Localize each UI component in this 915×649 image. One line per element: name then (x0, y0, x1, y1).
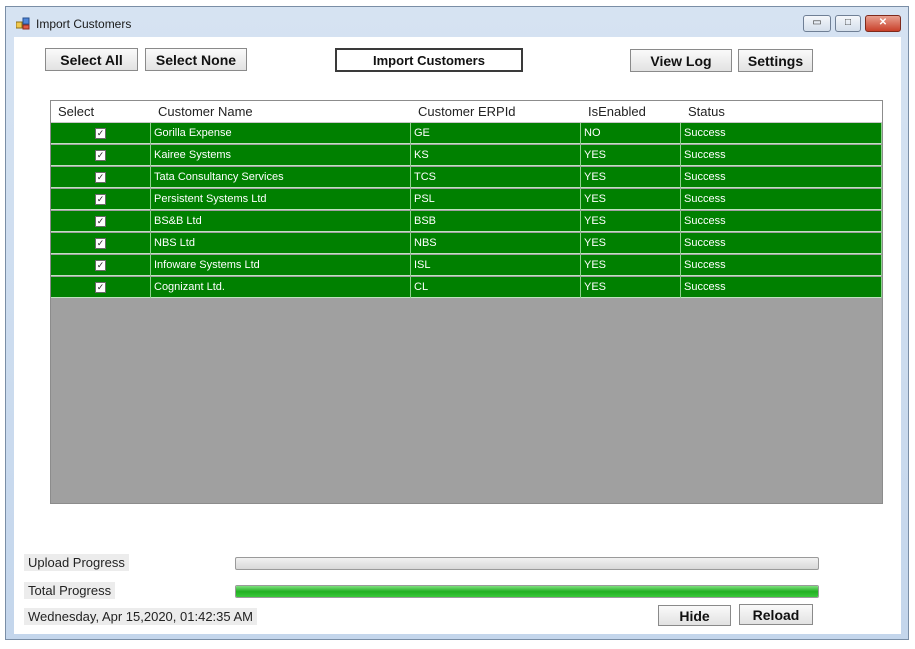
select-cell: ✓ (51, 189, 151, 210)
status-cell[interactable]: Success (681, 189, 882, 210)
checkmark-icon: ✓ (96, 194, 105, 204)
status-cell[interactable]: Success (681, 277, 882, 298)
status-cell[interactable]: Success (681, 167, 882, 188)
hide-button[interactable]: Hide (658, 605, 731, 626)
maximize-icon: □ (844, 17, 852, 28)
customer-erpid-cell[interactable]: KS (411, 145, 581, 166)
table-row[interactable]: ✓ Cognizant Ltd. CL YES Success (51, 277, 882, 298)
isenabled-cell[interactable]: YES (581, 167, 681, 188)
select-cell: ✓ (51, 255, 151, 276)
customers-grid[interactable]: Select Customer Name Customer ERPId IsEn… (50, 100, 883, 504)
row-select-checkbox[interactable]: ✓ (95, 238, 106, 249)
timestamp-label: Wednesday, Apr 15,2020, 01:42:35 AM (24, 608, 258, 625)
checkmark-icon: ✓ (96, 172, 105, 182)
table-row[interactable]: ✓ Tata Consultancy Services TCS YES Success (51, 167, 882, 188)
select-cell: ✓ (51, 277, 151, 298)
select-all-button[interactable]: Select All (45, 48, 138, 71)
status-cell[interactable]: Success (681, 233, 882, 254)
table-row[interactable]: ✓ BS&B Ltd BSB YES Success (51, 211, 882, 232)
select-cell: ✓ (51, 167, 151, 188)
status-cell[interactable]: Success (681, 211, 882, 232)
isenabled-cell[interactable]: YES (581, 233, 681, 254)
isenabled-cell[interactable]: YES (581, 145, 681, 166)
close-button[interactable]: ✕ (865, 15, 901, 32)
isenabled-cell[interactable]: YES (581, 211, 681, 232)
isenabled-cell[interactable]: YES (581, 277, 681, 298)
upload-progress-bar (235, 557, 819, 570)
customer-name-cell[interactable]: BS&B Ltd (151, 211, 411, 232)
customer-name-cell[interactable]: Tata Consultancy Services (151, 167, 411, 188)
row-select-checkbox[interactable]: ✓ (95, 282, 106, 293)
customer-erpid-cell[interactable]: TCS (411, 167, 581, 188)
select-cell: ✓ (51, 145, 151, 166)
isenabled-cell[interactable]: YES (581, 189, 681, 210)
checkmark-icon: ✓ (96, 260, 105, 270)
table-row[interactable]: ✓ Gorilla Expense GE NO Success (51, 123, 882, 144)
minimize-button[interactable]: ▭ (803, 15, 831, 32)
table-row[interactable]: ✓ NBS Ltd NBS YES Success (51, 233, 882, 254)
select-cell: ✓ (51, 123, 151, 144)
customer-name-cell[interactable]: Kairee Systems (151, 145, 411, 166)
status-cell[interactable]: Success (681, 145, 882, 166)
total-progress-fill (236, 586, 818, 597)
checkmark-icon: ✓ (96, 216, 105, 226)
total-progress-bar (235, 585, 819, 598)
minimize-icon: ▭ (812, 17, 822, 28)
table-row[interactable]: ✓ Persistent Systems Ltd PSL YES Success (51, 189, 882, 210)
row-select-checkbox[interactable]: ✓ (95, 172, 106, 183)
settings-button[interactable]: Settings (738, 49, 813, 72)
grid-header: Select Customer Name Customer ERPId IsEn… (51, 101, 882, 123)
customer-name-cell[interactable]: Cognizant Ltd. (151, 277, 411, 298)
checkmark-icon: ✓ (96, 150, 105, 160)
close-icon: ✕ (878, 17, 888, 28)
select-cell: ✓ (51, 233, 151, 254)
isenabled-cell[interactable]: YES (581, 255, 681, 276)
app-window-icon (16, 17, 30, 30)
customer-name-cell[interactable]: Persistent Systems Ltd (151, 189, 411, 210)
import-customers-window: Import Customers ▭ □ ✕ Select All Select… (5, 6, 909, 640)
customer-erpid-cell[interactable]: BSB (411, 211, 581, 232)
column-header-customer-erpid[interactable]: Customer ERPId (418, 104, 516, 119)
select-none-button[interactable]: Select None (145, 48, 247, 71)
view-log-button[interactable]: View Log (630, 49, 732, 72)
table-row[interactable]: ✓ Kairee Systems KS YES Success (51, 145, 882, 166)
column-header-status[interactable]: Status (688, 104, 725, 119)
checkmark-icon: ✓ (96, 238, 105, 248)
column-header-customer-name[interactable]: Customer Name (158, 104, 253, 119)
status-cell[interactable]: Success (681, 123, 882, 144)
client-area: Select All Select None Import Customers … (14, 37, 901, 634)
column-header-isenabled[interactable]: IsEnabled (588, 104, 646, 119)
checkmark-icon: ✓ (96, 282, 105, 292)
window-title: Import Customers (36, 17, 132, 31)
customer-erpid-cell[interactable]: GE (411, 123, 581, 144)
customer-erpid-cell[interactable]: CL (411, 277, 581, 298)
maximize-button[interactable]: □ (835, 15, 861, 32)
row-select-checkbox[interactable]: ✓ (95, 194, 106, 205)
customer-name-cell[interactable]: Gorilla Expense (151, 123, 411, 144)
customer-name-cell[interactable]: Infoware Systems Ltd (151, 255, 411, 276)
table-row[interactable]: ✓ Infoware Systems Ltd ISL YES Success (51, 255, 882, 276)
select-cell: ✓ (51, 211, 151, 232)
customer-erpid-cell[interactable]: NBS (411, 233, 581, 254)
reload-button[interactable]: Reload (739, 604, 813, 625)
upload-progress-label: Upload Progress (24, 554, 129, 571)
status-cell[interactable]: Success (681, 255, 882, 276)
customer-name-cell[interactable]: NBS Ltd (151, 233, 411, 254)
checkmark-icon: ✓ (96, 128, 105, 138)
row-select-checkbox[interactable]: ✓ (95, 216, 106, 227)
import-customers-button[interactable]: Import Customers (335, 48, 523, 72)
customer-erpid-cell[interactable]: ISL (411, 255, 581, 276)
total-progress-label: Total Progress (24, 582, 116, 599)
isenabled-cell[interactable]: NO (581, 123, 681, 144)
row-select-checkbox[interactable]: ✓ (95, 128, 106, 139)
column-header-select[interactable]: Select (58, 104, 94, 119)
customer-erpid-cell[interactable]: PSL (411, 189, 581, 210)
row-select-checkbox[interactable]: ✓ (95, 150, 106, 161)
row-select-checkbox[interactable]: ✓ (95, 260, 106, 271)
